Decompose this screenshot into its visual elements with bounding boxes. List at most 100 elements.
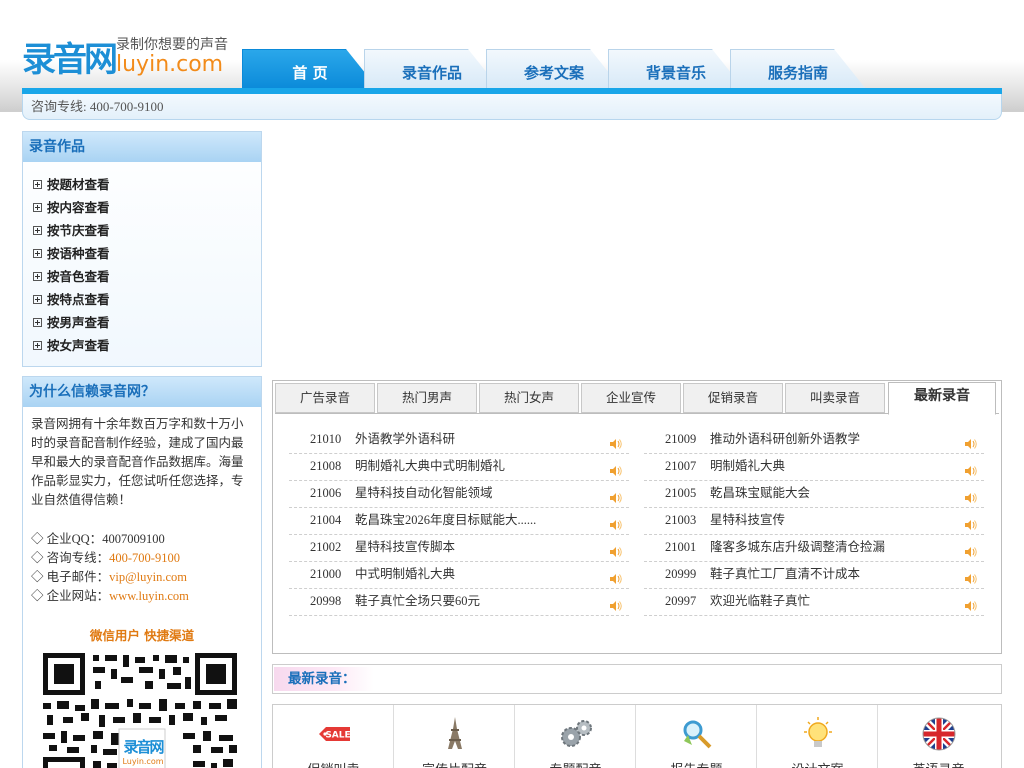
speaker-icon[interactable] <box>964 515 978 530</box>
recording-title[interactable]: 星特科技宣传脚本 <box>355 535 455 560</box>
sale-tag-text: SALE <box>325 731 350 741</box>
expand-plus-icon[interactable] <box>33 180 42 189</box>
contact-qq: ◇ 企业QQ：4007009100 <box>31 530 253 549</box>
recording-title[interactable]: 星特科技自动化智能领域 <box>355 481 493 506</box>
recording-number: 20999 <box>665 567 697 581</box>
recording-title[interactable]: 明制婚礼大典中式明制婚礼 <box>355 454 505 479</box>
recording-row[interactable]: 21002 星特科技宣传脚本 <box>289 535 629 562</box>
gears-icon <box>557 715 595 753</box>
speaker-icon[interactable] <box>964 488 978 503</box>
filter-by-male-voice[interactable]: 按男声查看 <box>23 312 261 335</box>
recording-number: 21005 <box>665 486 697 500</box>
recording-title[interactable]: 鞋子真忙全场只要60元 <box>355 589 480 614</box>
recording-row[interactable]: 21005 乾昌珠宝赋能大会 <box>644 481 984 508</box>
speaker-icon[interactable] <box>964 461 978 476</box>
expand-plus-icon[interactable] <box>33 203 42 212</box>
speaker-icon[interactable] <box>609 569 623 584</box>
filter-by-female-voice[interactable]: 按女声查看 <box>23 335 261 358</box>
expand-plus-icon[interactable] <box>33 249 42 258</box>
recording-title[interactable]: 乾昌珠宝赋能大会 <box>710 481 810 506</box>
category-english[interactable]: 英语录音 <box>878 705 999 768</box>
speaker-icon[interactable] <box>964 434 978 449</box>
contact-value[interactable]: 400-700-9100 <box>109 551 180 565</box>
recording-title[interactable]: 中式明制婚礼大典 <box>355 562 455 587</box>
works-panel: 录音作品 按题材查看 按内容查看 按节庆查看 按语种查看 按音色查看 按特点查看… <box>22 131 262 367</box>
expand-plus-icon[interactable] <box>33 295 42 304</box>
tab-latest[interactable]: 最新录音 <box>888 382 996 415</box>
filter-label: 按特点查看 <box>47 293 110 307</box>
expand-plus-icon[interactable] <box>33 318 42 327</box>
site-logo[interactable]: 录音网 录制你想要的声音 luyin.com <box>22 28 237 84</box>
tab-hawking[interactable]: 叫卖录音 <box>785 383 885 413</box>
filter-by-subject[interactable]: 按题材查看 <box>23 174 261 197</box>
latest-section-header: 最新录音： <box>272 664 1002 694</box>
email-link[interactable]: vip@luyin.com <box>109 570 187 584</box>
filter-by-holiday[interactable]: 按节庆查看 <box>23 220 261 243</box>
speaker-icon[interactable] <box>964 569 978 584</box>
why-trust-panel: 为什么信赖录音网？ 录音网拥有十余年数百万字和数十万小时的录音配音制作经验，建成… <box>22 376 262 768</box>
tab-hot-female[interactable]: 热门女声 <box>479 383 579 413</box>
category-label: 设计文案 <box>757 759 878 768</box>
recording-row[interactable]: 20998 鞋子真忙全场只要60元 <box>289 589 629 616</box>
category-special-topic[interactable]: 专题配音 <box>515 705 636 768</box>
tab-promo[interactable]: 促销录音 <box>683 383 783 413</box>
recording-title[interactable]: 推动外语科研创新外语教学 <box>710 427 860 452</box>
speaker-icon[interactable] <box>964 542 978 557</box>
contact-label: ◇ 电子邮件： <box>31 570 110 584</box>
contact-list: ◇ 企业QQ：4007009100 ◇ 咨询专线：400-700-9100 ◇ … <box>23 510 261 606</box>
recording-title[interactable]: 明制婚礼大典 <box>710 454 785 479</box>
recording-title[interactable]: 隆客多城东店升级调整清仓捡漏 <box>710 535 885 560</box>
contact-email: ◇ 电子邮件：vip@luyin.com <box>31 568 253 587</box>
category-promo-film[interactable]: 宣传片配音 <box>394 705 515 768</box>
recording-row[interactable]: 21007 明制婚礼大典 <box>644 454 984 481</box>
expand-plus-icon[interactable] <box>33 272 42 281</box>
filter-by-content[interactable]: 按内容查看 <box>23 197 261 220</box>
filter-by-timbre[interactable]: 按音色查看 <box>23 266 261 289</box>
filter-label: 按内容查看 <box>47 201 110 215</box>
filter-by-language[interactable]: 按语种查看 <box>23 243 261 266</box>
tab-corporate[interactable]: 企业宣传 <box>581 383 681 413</box>
tab-hot-male[interactable]: 热门男声 <box>377 383 477 413</box>
recording-title[interactable]: 欢迎光临鞋子真忙 <box>710 589 810 614</box>
banner-area <box>274 123 1002 371</box>
recording-row[interactable]: 20999 鞋子真忙工厂直清不计成本 <box>644 562 984 589</box>
recording-number: 21003 <box>665 513 697 527</box>
speaker-icon[interactable] <box>609 596 623 611</box>
recording-row[interactable]: 20997 欢迎光临鞋子真忙 <box>644 589 984 616</box>
recording-row[interactable]: 21003 星特科技宣传 <box>644 508 984 535</box>
expand-plus-icon[interactable] <box>33 226 42 235</box>
category-label: 英语录音 <box>878 759 999 768</box>
category-report[interactable]: 报告专题 <box>636 705 757 768</box>
contact-label: ◇ 企业QQ： <box>31 532 103 546</box>
speaker-icon[interactable] <box>609 515 623 530</box>
tab-ads[interactable]: 广告录音 <box>275 383 375 413</box>
expand-plus-icon[interactable] <box>33 341 42 350</box>
category-copywriting[interactable]: 设计文案 <box>757 705 878 768</box>
speaker-icon[interactable] <box>609 434 623 449</box>
contact-website: ◇ 企业网站：www.luyin.com <box>31 587 253 606</box>
speaker-icon[interactable] <box>964 596 978 611</box>
recording-row[interactable]: 21000 中式明制婚礼大典 <box>289 562 629 589</box>
contact-label: ◇ 企业网站： <box>31 589 110 603</box>
speaker-icon[interactable] <box>609 461 623 476</box>
recording-row[interactable]: 21001 隆客多城东店升级调整清仓捡漏 <box>644 535 984 562</box>
recording-row[interactable]: 21004 乾昌珠宝2026年度目标赋能大...... <box>289 508 629 535</box>
recording-title[interactable]: 外语教学外语科研 <box>355 427 455 452</box>
recording-row[interactable]: 21010 外语教学外语科研 <box>289 427 629 454</box>
speaker-icon[interactable] <box>609 542 623 557</box>
recordings-tab-box: 广告录音 热门男声 热门女声 企业宣传 促销录音 叫卖录音 最新录音 21010… <box>272 380 1002 654</box>
speaker-icon[interactable] <box>609 488 623 503</box>
recording-row[interactable]: 21009 推动外语科研创新外语教学 <box>644 427 984 454</box>
recording-row[interactable]: 21006 星特科技自动化智能领域 <box>289 481 629 508</box>
works-panel-title: 录音作品 <box>23 132 261 162</box>
recording-row[interactable]: 21008 明制婚礼大典中式明制婚礼 <box>289 454 629 481</box>
website-link[interactable]: www.luyin.com <box>109 589 189 603</box>
category-promo-hawking[interactable]: SALE 促销叫卖 <box>273 705 394 768</box>
recording-number: 21010 <box>310 432 342 446</box>
recording-title[interactable]: 星特科技宣传 <box>710 508 785 533</box>
recording-title[interactable]: 乾昌珠宝2026年度目标赋能大...... <box>355 508 536 533</box>
filter-by-feature[interactable]: 按特点查看 <box>23 289 261 312</box>
filter-label: 按女声查看 <box>47 339 110 353</box>
recording-title[interactable]: 鞋子真忙工厂直清不计成本 <box>710 562 860 587</box>
recording-number: 21002 <box>310 540 342 554</box>
